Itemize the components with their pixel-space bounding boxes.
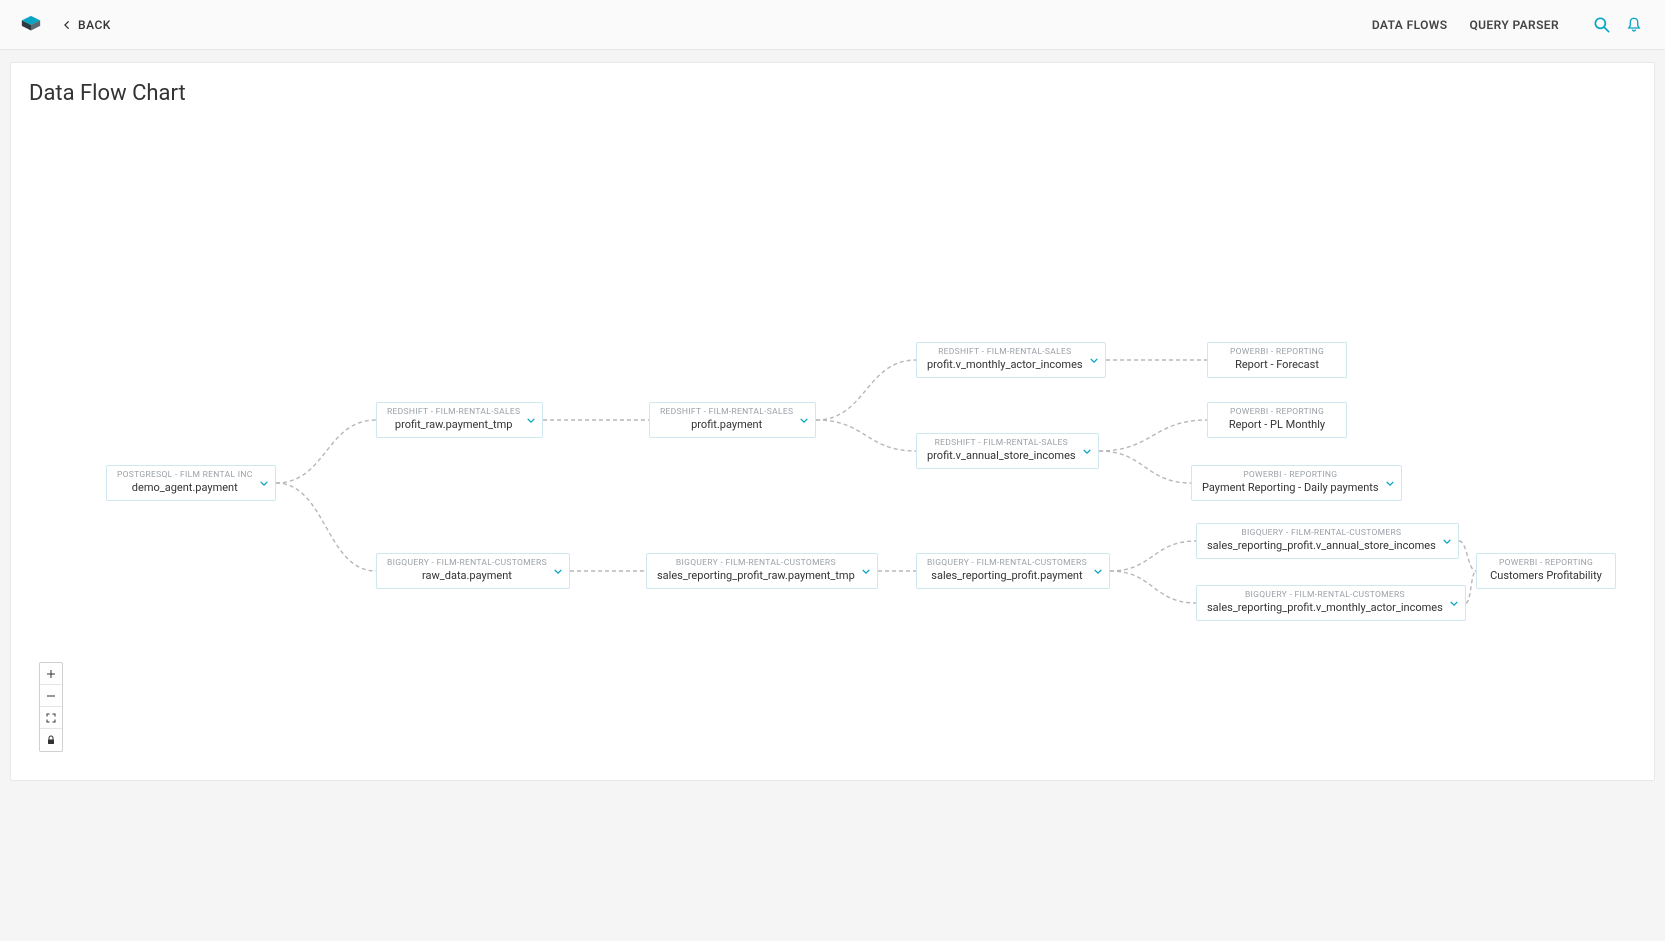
node-source-label: REDSHIFT - FILM-RENTAL-SALES [387,407,520,417]
node-source-label: REDSHIFT - FILM-RENTAL-SALES [927,438,1076,448]
fullscreen-icon [45,712,57,724]
chevron-down-icon[interactable] [553,562,563,581]
flow-edge [276,483,376,571]
flow-node[interactable]: POWERBI - REPORTINGCustomers Profitabili… [1476,553,1616,589]
plus-icon [45,668,57,680]
node-source-label: BIGQUERY - FILM-RENTAL-CUSTOMERS [1207,528,1436,538]
chevron-left-icon [62,20,72,30]
chevron-down-icon[interactable] [1082,442,1092,461]
chevron-down-icon[interactable] [1449,594,1459,613]
node-name-label: raw_data.payment [387,569,547,582]
node-name-label: profit.v_annual_store_incomes [927,449,1076,462]
node-source-label: BIGQUERY - FILM-RENTAL-CUSTOMERS [387,558,547,568]
chevron-down-icon[interactable] [799,411,809,430]
node-name-label: profit.payment [660,418,793,431]
flow-edge [1110,571,1196,603]
flow-edge [1110,541,1196,571]
node-name-label: Customers Profitability [1487,569,1605,582]
flow-node[interactable]: REDSHIFT - FILM-RENTAL-SALESprofit.v_ann… [916,433,1099,469]
flow-node[interactable]: REDSHIFT - FILM-RENTAL-SALESprofit.payme… [649,402,816,438]
top-bar: BACK DATA FLOWS QUERY PARSER [0,0,1665,50]
node-name-label: profit.v_monthly_actor_incomes [927,358,1083,371]
node-name-label: sales_reporting_profit.payment [927,569,1087,582]
chevron-down-icon[interactable] [259,474,269,493]
lock-button[interactable] [40,729,62,751]
node-source-label: POWERBI - REPORTING [1218,347,1336,357]
node-name-label: profit_raw.payment_tmp [387,418,520,431]
node-source-label: BIGQUERY - FILM-RENTAL-CUSTOMERS [657,558,855,568]
chevron-down-icon[interactable] [1093,562,1103,581]
flow-edge [276,420,376,483]
node-name-label: sales_reporting_profit.v_monthly_actor_i… [1207,601,1443,614]
flow-node[interactable]: POSTGRESQL - FILM RENTAL INCdemo_agent.p… [106,465,276,501]
flow-node[interactable]: BIGQUERY - FILM-RENTAL-CUSTOMERSsales_re… [916,553,1110,589]
flow-node[interactable]: BIGQUERY - FILM-RENTAL-CUSTOMERSsales_re… [646,553,878,589]
node-source-label: POWERBI - REPORTING [1202,470,1379,480]
fit-screen-button[interactable] [40,707,62,729]
flow-edges [11,63,1654,780]
flow-node[interactable]: POWERBI - REPORTINGReport - PL Monthly [1207,402,1347,438]
flow-node[interactable]: REDSHIFT - FILM-RENTAL-SALESprofit_raw.p… [376,402,543,438]
back-label: BACK [78,18,111,32]
flow-edge [816,420,916,451]
chevron-down-icon[interactable] [861,562,871,581]
node-name-label: Report - PL Monthly [1218,418,1336,431]
node-name-label: sales_reporting_profit_raw.payment_tmp [657,569,855,582]
chevron-down-icon[interactable] [1089,351,1099,370]
flow-node[interactable]: BIGQUERY - FILM-RENTAL-CUSTOMERSsales_re… [1196,523,1459,559]
nav-query-parser[interactable]: QUERY PARSER [1469,18,1559,32]
node-source-label: POSTGRESQL - FILM RENTAL INC [117,470,253,480]
node-source-label: REDSHIFT - FILM-RENTAL-SALES [927,347,1083,357]
node-source-label: POWERBI - REPORTING [1218,407,1336,417]
flow-node[interactable]: POWERBI - REPORTINGReport - Forecast [1207,342,1347,378]
flow-edge [1099,420,1207,451]
minus-icon [45,690,57,702]
app-logo [20,14,42,36]
node-name-label: demo_agent.payment [117,481,253,494]
flow-node[interactable]: BIGQUERY - FILM-RENTAL-CUSTOMERSraw_data… [376,553,570,589]
node-name-label: Payment Reporting - Daily payments [1202,481,1379,494]
node-source-label: BIGQUERY - FILM-RENTAL-CUSTOMERS [927,558,1087,568]
zoom-controls [39,662,63,752]
flow-canvas[interactable]: POSTGRESQL - FILM RENTAL INCdemo_agent.p… [11,63,1654,780]
chevron-down-icon[interactable] [1442,532,1452,551]
zoom-in-button[interactable] [40,663,62,685]
node-name-label: sales_reporting_profit.v_annual_store_in… [1207,539,1436,552]
flow-edge [1466,571,1476,603]
flow-node[interactable]: BIGQUERY - FILM-RENTAL-CUSTOMERSsales_re… [1196,585,1466,621]
zoom-out-button[interactable] [40,685,62,707]
flow-card: Data Flow Chart POSTGRESQL - FILM RENTAL… [10,62,1655,781]
back-button[interactable]: BACK [62,18,111,32]
flow-edge [1099,451,1191,483]
search-icon[interactable] [1591,14,1613,36]
flow-edge [1459,541,1476,571]
node-name-label: Report - Forecast [1218,358,1336,371]
notifications-icon[interactable] [1623,14,1645,36]
nav-data-flows[interactable]: DATA FLOWS [1372,18,1448,32]
flow-node[interactable]: POWERBI - REPORTINGPayment Reporting - D… [1191,465,1402,501]
flow-edge [816,360,916,420]
node-source-label: REDSHIFT - FILM-RENTAL-SALES [660,407,793,417]
chevron-down-icon[interactable] [526,411,536,430]
lock-icon [45,734,57,746]
flow-node[interactable]: REDSHIFT - FILM-RENTAL-SALESprofit.v_mon… [916,342,1106,378]
node-source-label: POWERBI - REPORTING [1487,558,1605,568]
chevron-down-icon[interactable] [1385,474,1395,493]
node-source-label: BIGQUERY - FILM-RENTAL-CUSTOMERS [1207,590,1443,600]
